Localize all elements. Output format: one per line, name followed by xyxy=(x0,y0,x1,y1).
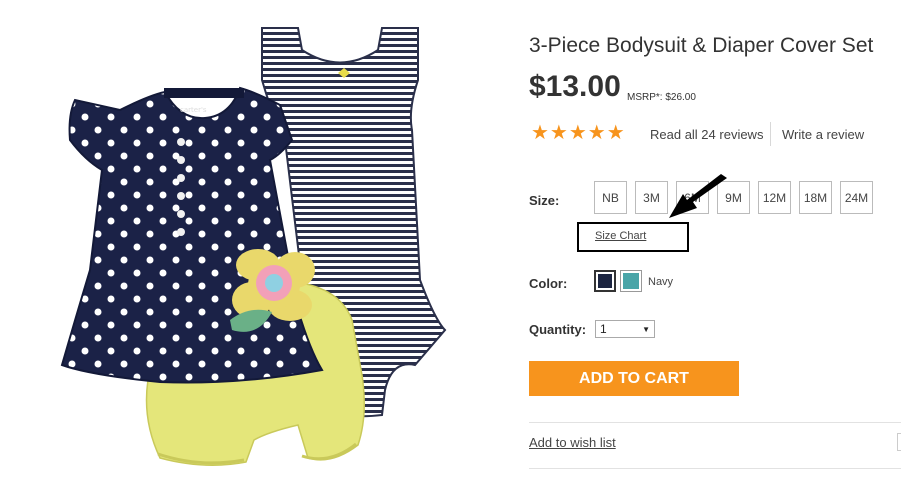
size-option-24m[interactable]: 24M xyxy=(840,181,873,214)
brand-tag-text: carter's xyxy=(180,106,207,114)
divider-top xyxy=(529,422,901,423)
teal-fill xyxy=(623,273,639,289)
rating-stars-icon: ★★★★★ xyxy=(531,122,626,144)
polka-dot-top: carter's xyxy=(60,86,324,384)
product-image: carter's xyxy=(40,20,460,480)
size-option-3m[interactable]: 3M xyxy=(635,181,668,214)
chevron-down-icon: ▼ xyxy=(642,324,650,334)
size-option-12m[interactable]: 12M xyxy=(758,181,791,214)
partial-button-edge[interactable] xyxy=(897,433,901,451)
msrp-price: MSRP*: $26.00 xyxy=(627,92,696,103)
color-label: Color: xyxy=(529,276,568,291)
selected-color-name: Navy xyxy=(648,276,674,288)
write-review-link[interactable]: Write a review xyxy=(782,127,864,142)
size-option-nb[interactable]: NB xyxy=(594,181,627,214)
add-to-cart-button[interactable]: ADD TO CART xyxy=(529,361,739,396)
add-to-wishlist-link[interactable]: Add to wish list xyxy=(529,435,616,450)
product-title: 3-Piece Bodysuit & Diaper Cover Set xyxy=(529,34,874,57)
divider-bottom xyxy=(529,468,901,469)
quantity-value: 1 xyxy=(600,322,607,336)
outfit-illustration: carter's xyxy=(60,27,447,466)
product-price: $13.00 xyxy=(529,70,621,103)
product-details: 3-Piece Bodysuit & Diaper Cover Set $13.… xyxy=(529,0,901,494)
size-option-18m[interactable]: 18M xyxy=(799,181,832,214)
color-swatch-teal[interactable] xyxy=(620,270,642,292)
size-label: Size: xyxy=(529,193,560,208)
reviews-divider xyxy=(770,122,771,146)
size-chart-link[interactable]: Size Chart xyxy=(595,230,646,242)
quantity-select[interactable]: 1 ▼ xyxy=(595,320,655,338)
navy-fill xyxy=(598,274,612,288)
read-reviews-link[interactable]: Read all 24 reviews xyxy=(650,127,763,142)
color-swatch-navy[interactable] xyxy=(594,270,616,292)
quantity-label: Quantity: xyxy=(529,322,587,337)
annotation-arrow-icon xyxy=(669,174,727,218)
